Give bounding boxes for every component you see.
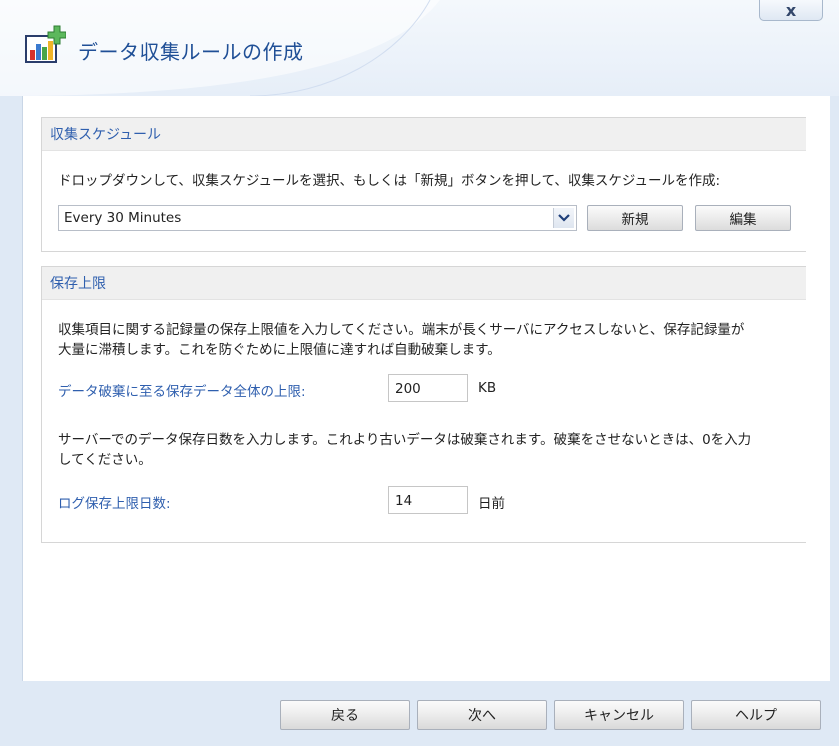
size-limit-description-line1: 収集項目に関する記録量の保存上限値を入力してください。端末が長くサーバにアクセス… <box>58 322 745 338</box>
dialog-content: 収集スケジュール ドロップダウンして、収集スケジュールを選択、もしくは「新規」ボ… <box>22 96 830 681</box>
size-limit-description-line2: 大量に滞積します。これを防ぐために上限値に達すれば自動破棄します。 <box>58 342 501 358</box>
retention-days-label: ログ保存上限日数: <box>58 496 171 512</box>
retention-description-line2: してください。 <box>58 452 152 468</box>
retention-description-line1: サーバーでのデータ保存日数を入力します。これより古いデータは破棄されます。破棄を… <box>58 432 752 448</box>
help-button[interactable]: ヘルプ <box>691 700 821 730</box>
chevron-down-icon[interactable] <box>553 208 574 228</box>
close-button[interactable]: x <box>759 0 823 21</box>
retention-days-unit: 日前 <box>478 496 505 512</box>
schedule-section-header: 収集スケジュール <box>42 117 806 151</box>
back-button[interactable]: 戻る <box>280 700 410 730</box>
schedule-section: 収集スケジュール ドロップダウンして、収集スケジュールを選択、もしくは「新規」ボ… <box>41 117 806 252</box>
retention-days-input[interactable]: 14 <box>388 486 468 514</box>
dialog-header: データ収集ルールの作成 <box>0 0 839 96</box>
new-schedule-button[interactable]: 新規 <box>587 205 683 231</box>
dialog-title: データ収集ルールの作成 <box>78 40 304 64</box>
size-limit-input[interactable]: 200 <box>388 374 468 402</box>
schedule-dropdown-value: Every 30 Minutes <box>64 210 182 226</box>
next-button[interactable]: 次へ <box>417 700 547 730</box>
storage-limit-section: 保存上限 収集項目に関する記録量の保存上限値を入力してください。端末が長くサーバ… <box>41 266 806 543</box>
chart-add-icon <box>25 25 66 63</box>
schedule-dropdown[interactable]: Every 30 Minutes <box>58 205 577 231</box>
edit-schedule-button[interactable]: 編集 <box>695 205 791 231</box>
close-icon: x <box>785 0 797 20</box>
size-limit-unit: KB <box>478 380 497 396</box>
storage-limit-section-header: 保存上限 <box>42 266 806 300</box>
size-limit-label: データ破棄に至る保存データ全体の上限: <box>58 384 306 400</box>
cancel-button[interactable]: キャンセル <box>554 700 684 730</box>
schedule-description: ドロップダウンして、収集スケジュールを選択、もしくは「新規」ボタンを押して、収集… <box>58 173 720 189</box>
